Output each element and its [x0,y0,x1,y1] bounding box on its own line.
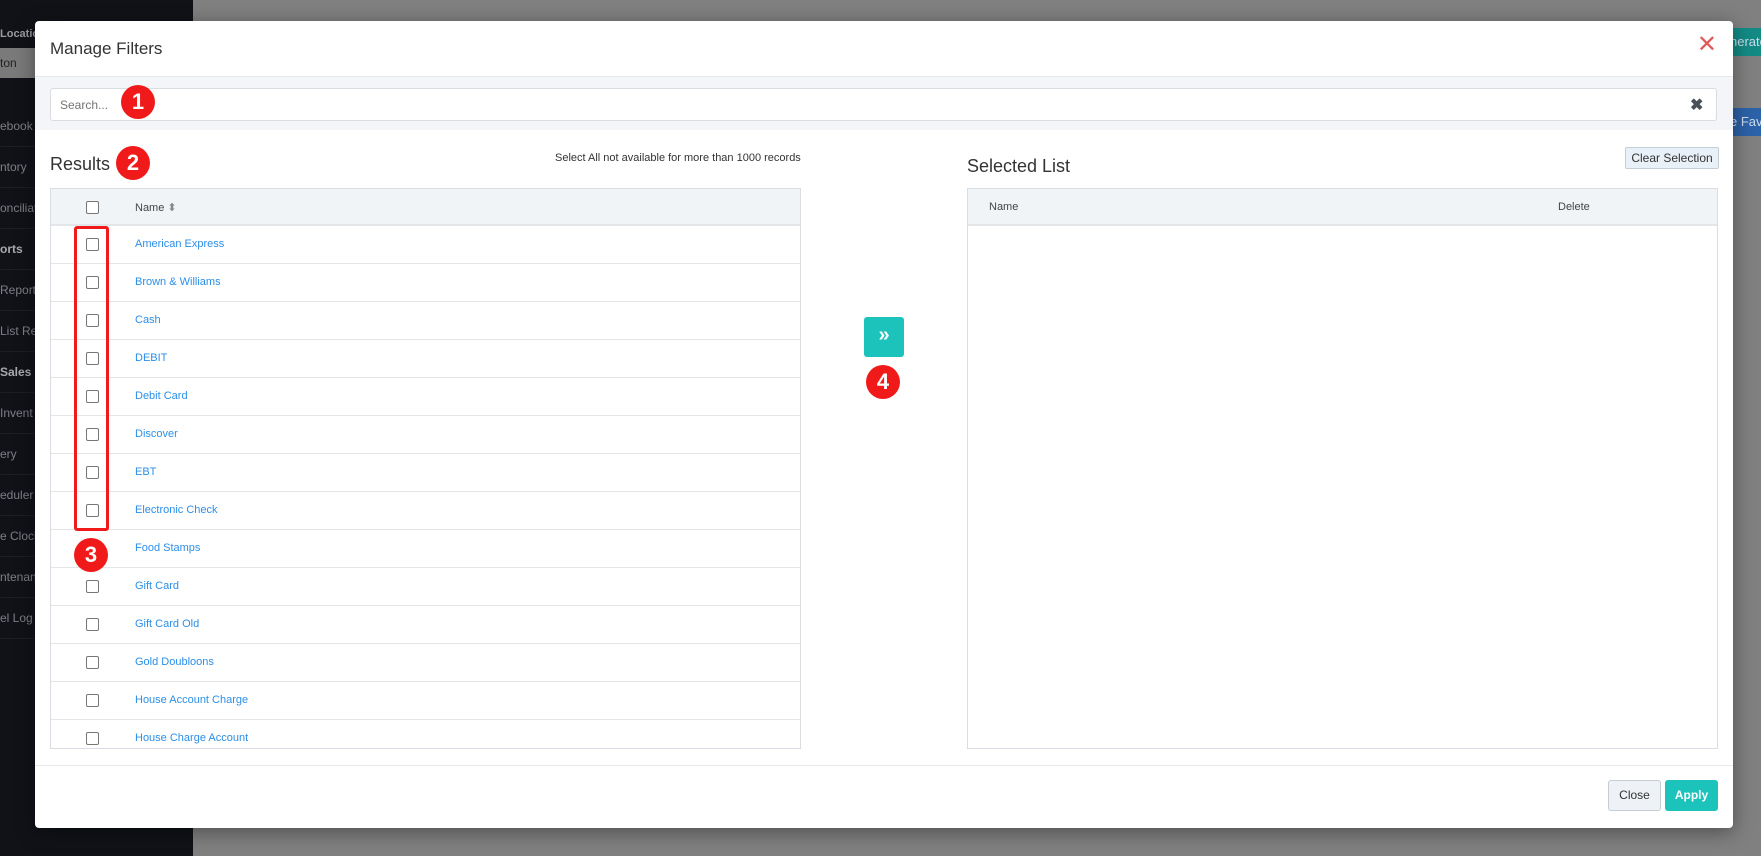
result-name-link[interactable]: DEBIT [135,352,167,364]
result-row: House Charge Account [51,720,800,748]
search-input[interactable] [50,88,1717,121]
result-name-link[interactable]: House Account Charge [135,694,248,706]
select-all-notice: Select All not available for more than 1… [555,152,801,164]
result-name-link[interactable]: EBT [135,466,156,478]
move-to-selected-button[interactable]: » [864,317,904,357]
result-row: House Account Charge [51,682,800,720]
result-name-link[interactable]: Gift Card [135,580,179,592]
result-name-link[interactable]: Debit Card [135,390,188,402]
result-name-link[interactable]: Gift Card Old [135,618,199,630]
clear-search-icon[interactable]: ✖ [1690,95,1703,115]
result-name-link[interactable]: Cash [135,314,161,326]
annotation-badge-2: 2 [116,146,150,180]
apply-button[interactable]: Apply [1665,780,1718,811]
annotation-badge-4: 4 [866,365,900,399]
close-icon[interactable]: ✕ [1697,33,1717,57]
row-checkbox[interactable] [86,656,99,669]
annotation-badge-1: 1 [121,85,155,119]
selected-name-header: Name [989,201,1019,213]
select-all-checkbox[interactable] [86,201,99,214]
checkbox-highlight-box [74,226,109,531]
row-checkbox[interactable] [86,694,99,707]
result-row: DEBIT [51,340,800,378]
manage-filters-modal: Manage Filters ✕ ✖ Results Select All no… [35,21,1733,828]
row-checkbox[interactable] [86,732,99,745]
result-row: Electronic Check [51,492,800,530]
selected-list-title: Selected List [967,156,1071,176]
sort-icon: ⬍ [167,202,177,214]
result-name-link[interactable]: American Express [135,238,224,250]
results-table: Name ⬍ American Express Brown & Williams C… [50,188,801,749]
selected-delete-header: Delete [1558,201,1590,213]
modal-title: Manage Filters [50,39,163,58]
result-row: Discover [51,416,800,454]
row-checkbox[interactable] [86,618,99,631]
result-row: Brown & Williams [51,264,800,302]
name-header-label: Name [135,202,165,214]
results-title: Results [50,154,111,174]
result-row: Gift Card Old [51,606,800,644]
result-row: Debit Card [51,378,800,416]
result-name-link[interactable]: Gold Doubloons [135,656,214,668]
result-row: American Express [51,226,800,264]
result-name-link[interactable]: Food Stamps [135,542,200,554]
selected-table: Name Delete [967,188,1718,749]
selected-table-header: Name Delete [968,189,1717,226]
result-row: Gift Card [51,568,800,606]
result-name-link[interactable]: Discover [135,428,178,440]
result-row: EBT [51,454,800,492]
result-row: Food Stamps [51,530,800,568]
results-table-header: Name ⬍ [51,189,800,226]
modal-footer [35,765,1733,766]
clear-selection-button[interactable]: Clear Selection [1625,147,1719,169]
result-row: Gold Doubloons [51,644,800,682]
result-row: Cash [51,302,800,340]
name-column-header[interactable]: Name ⬍ [135,201,177,214]
result-name-link[interactable]: Electronic Check [135,504,218,516]
result-name-link[interactable]: Brown & Williams [135,276,221,288]
annotation-badge-3: 3 [74,538,108,572]
row-checkbox[interactable] [86,580,99,593]
close-button[interactable]: Close [1608,780,1661,811]
result-name-link[interactable]: House Charge Account [135,732,248,744]
